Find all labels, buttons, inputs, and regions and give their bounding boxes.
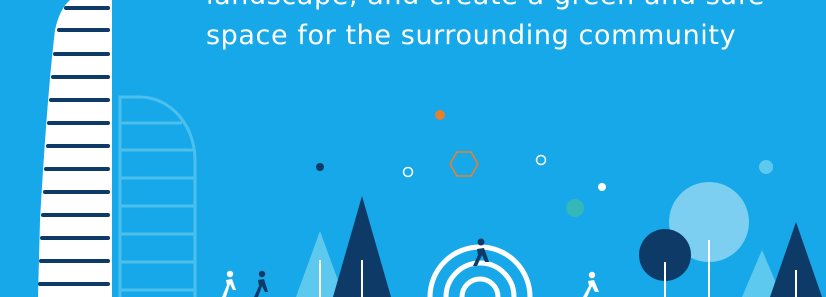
tree-dark-left [333,196,391,297]
tree-round-dark [639,229,691,297]
person-walking-1 [222,270,236,297]
illustration [38,0,822,297]
skyscraper [38,0,112,297]
person-walking-3 [583,271,599,297]
person-walking-2 [254,270,268,297]
arched-window [118,95,197,297]
tree-dark-right [770,222,822,297]
